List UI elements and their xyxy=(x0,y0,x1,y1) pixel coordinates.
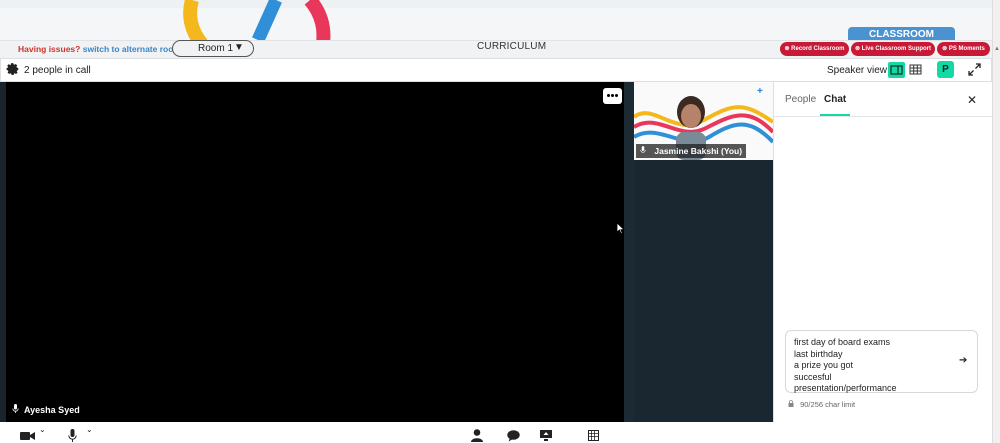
issues-text: Having issues? xyxy=(18,44,81,54)
moments-icon: ⊗ xyxy=(942,46,948,52)
more-options-button[interactable] xyxy=(603,88,622,104)
record-classroom-label: Record Classroom xyxy=(791,46,845,52)
char-limit-text: 90/256 char limit xyxy=(800,400,856,409)
room-select[interactable]: Room 1 ▼ xyxy=(172,40,254,57)
tab-chat[interactable]: Chat xyxy=(824,94,846,105)
record-icon: ⊗ xyxy=(784,46,790,52)
page-scrollbar[interactable]: ▲ xyxy=(992,0,1000,443)
more-dot-icon xyxy=(615,94,618,97)
microphone-icon xyxy=(640,146,648,156)
panel-divider xyxy=(773,116,992,117)
ps-moments-label: PS Moments xyxy=(948,46,985,52)
microphone-icon[interactable] xyxy=(68,429,77,442)
self-participant-name: Jasmine Bakshi (You) xyxy=(654,146,743,156)
curriculum-link[interactable]: CURRICULUM xyxy=(477,41,546,52)
microphone-icon xyxy=(12,404,19,415)
chevron-down-icon[interactable]: ⌄ xyxy=(86,425,93,434)
gear-icon[interactable] xyxy=(6,62,20,76)
chat-icon[interactable] xyxy=(507,430,520,442)
add-participant-icon[interactable]: + xyxy=(757,86,763,97)
avatar[interactable]: P xyxy=(937,61,954,78)
tab-people[interactable]: People xyxy=(785,94,816,105)
close-icon[interactable]: ✕ xyxy=(967,93,977,107)
caret-down-icon: ▼ xyxy=(234,42,244,53)
camera-icon[interactable] xyxy=(20,431,36,441)
send-arrow-icon[interactable]: ➔ xyxy=(959,355,967,366)
lock-icon xyxy=(788,400,796,409)
chevron-down-icon[interactable]: ⌄ xyxy=(39,425,46,434)
whiteboard-icon[interactable] xyxy=(588,430,599,441)
scroll-up-icon[interactable]: ▲ xyxy=(994,46,1000,52)
issues-notice: Having issues? switch to alternate room xyxy=(18,44,181,54)
record-classroom-button[interactable]: ⊗ Record Classroom xyxy=(780,42,849,56)
ps-moments-button[interactable]: ⊗ PS Moments xyxy=(937,42,990,56)
main-video-tile[interactable] xyxy=(0,82,634,422)
speaker-view-icon xyxy=(890,65,903,75)
char-limit-info: 90/256 char limit xyxy=(788,400,855,409)
speaker-view-button[interactable] xyxy=(888,62,905,78)
browser-header-strip xyxy=(0,0,1000,8)
people-count: 2 people in call xyxy=(24,65,91,76)
call-controls-bar xyxy=(0,422,992,443)
live-support-button[interactable]: ⊗ Live Classroom Support xyxy=(851,42,935,56)
screen-share-icon[interactable] xyxy=(540,430,552,441)
alternate-room-link[interactable]: switch to alternate room xyxy=(83,44,181,54)
self-participant-label: Jasmine Bakshi (You) xyxy=(636,144,747,158)
support-icon: ⊗ xyxy=(854,46,860,52)
chat-input-text[interactable]: first day of board exams last birthday a… xyxy=(794,337,944,395)
room-select-value: Room 1 xyxy=(198,43,234,54)
brand-arc-graphic xyxy=(183,0,331,40)
video-divider xyxy=(624,82,634,422)
live-support-label: Live Classroom Support xyxy=(861,46,932,52)
main-participant-name: Ayesha Syed xyxy=(24,405,80,415)
fullscreen-icon[interactable] xyxy=(968,63,981,76)
view-mode-label: Speaker view xyxy=(827,65,888,76)
more-dot-icon xyxy=(611,94,614,97)
participants-icon[interactable] xyxy=(471,429,483,442)
more-dot-icon xyxy=(607,94,610,97)
grid-view-icon[interactable] xyxy=(909,63,922,76)
main-participant-label: Ayesha Syed xyxy=(12,404,80,415)
mouse-cursor-icon xyxy=(617,223,625,234)
